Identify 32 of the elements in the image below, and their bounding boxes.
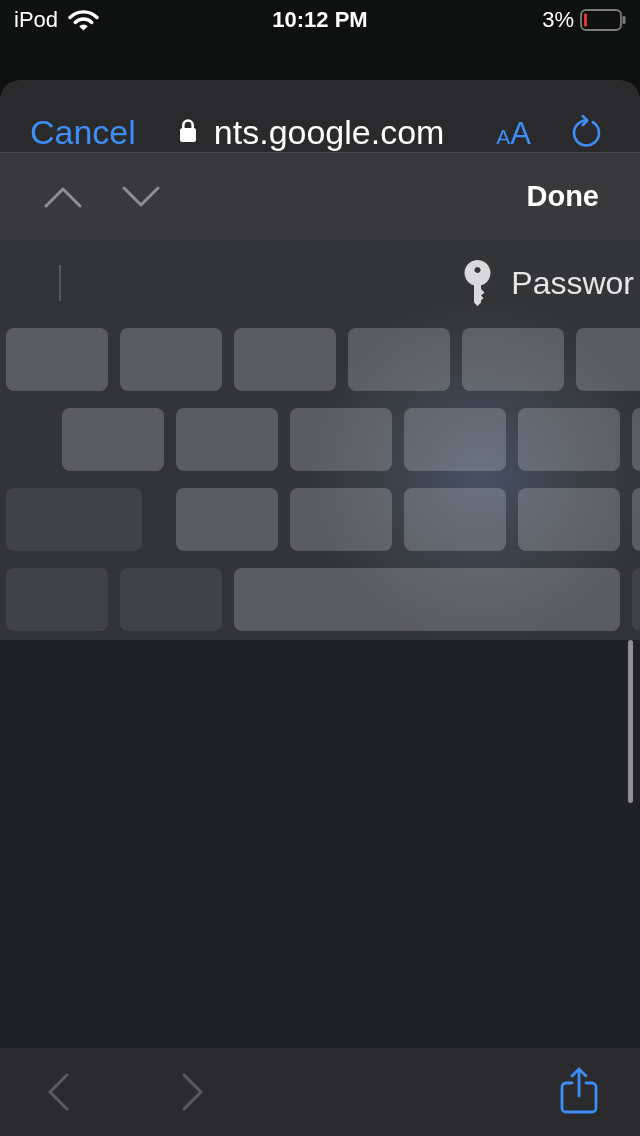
- keyboard-key[interactable]: [290, 408, 392, 471]
- keyboard-key[interactable]: [632, 488, 640, 551]
- keyboard-key[interactable]: [518, 408, 620, 471]
- keyboard-key[interactable]: [632, 408, 640, 471]
- keyboard-key[interactable]: [176, 408, 278, 471]
- lock-icon: [178, 118, 197, 143]
- text-size-button[interactable]: AA: [496, 116, 531, 151]
- reload-icon[interactable]: [571, 114, 602, 149]
- keyboard-key[interactable]: [290, 488, 392, 551]
- status-time: 10:12 PM: [272, 7, 368, 33]
- address-url[interactable]: nts.google.com: [213, 113, 445, 151]
- keyboard-key[interactable]: [576, 328, 640, 391]
- keyboard-key[interactable]: [404, 488, 506, 551]
- carrier-name: iPod: [14, 7, 59, 33]
- keyboard-key[interactable]: [234, 328, 336, 391]
- suggestion-text[interactable]: Passwor: [511, 264, 634, 302]
- keyboard-key[interactable]: [404, 408, 506, 471]
- wifi-icon: [68, 9, 100, 31]
- keyboard-key[interactable]: [518, 488, 620, 551]
- done-button[interactable]: Done: [526, 180, 599, 213]
- battery-icon: [580, 9, 626, 31]
- keyboard-key[interactable]: [120, 328, 222, 391]
- space-bar[interactable]: [234, 568, 620, 631]
- keyboard-key[interactable]: [6, 328, 108, 391]
- share-icon[interactable]: [560, 1066, 598, 1114]
- keyboard-key[interactable]: [176, 488, 278, 551]
- cancel-button[interactable]: Cancel: [30, 113, 136, 151]
- battery-percentage: 3%: [542, 7, 574, 33]
- keyboard-key[interactable]: [348, 328, 450, 391]
- keyboard-key[interactable]: [62, 408, 164, 471]
- key-icon: [464, 260, 492, 306]
- keyboard-key[interactable]: [462, 328, 564, 391]
